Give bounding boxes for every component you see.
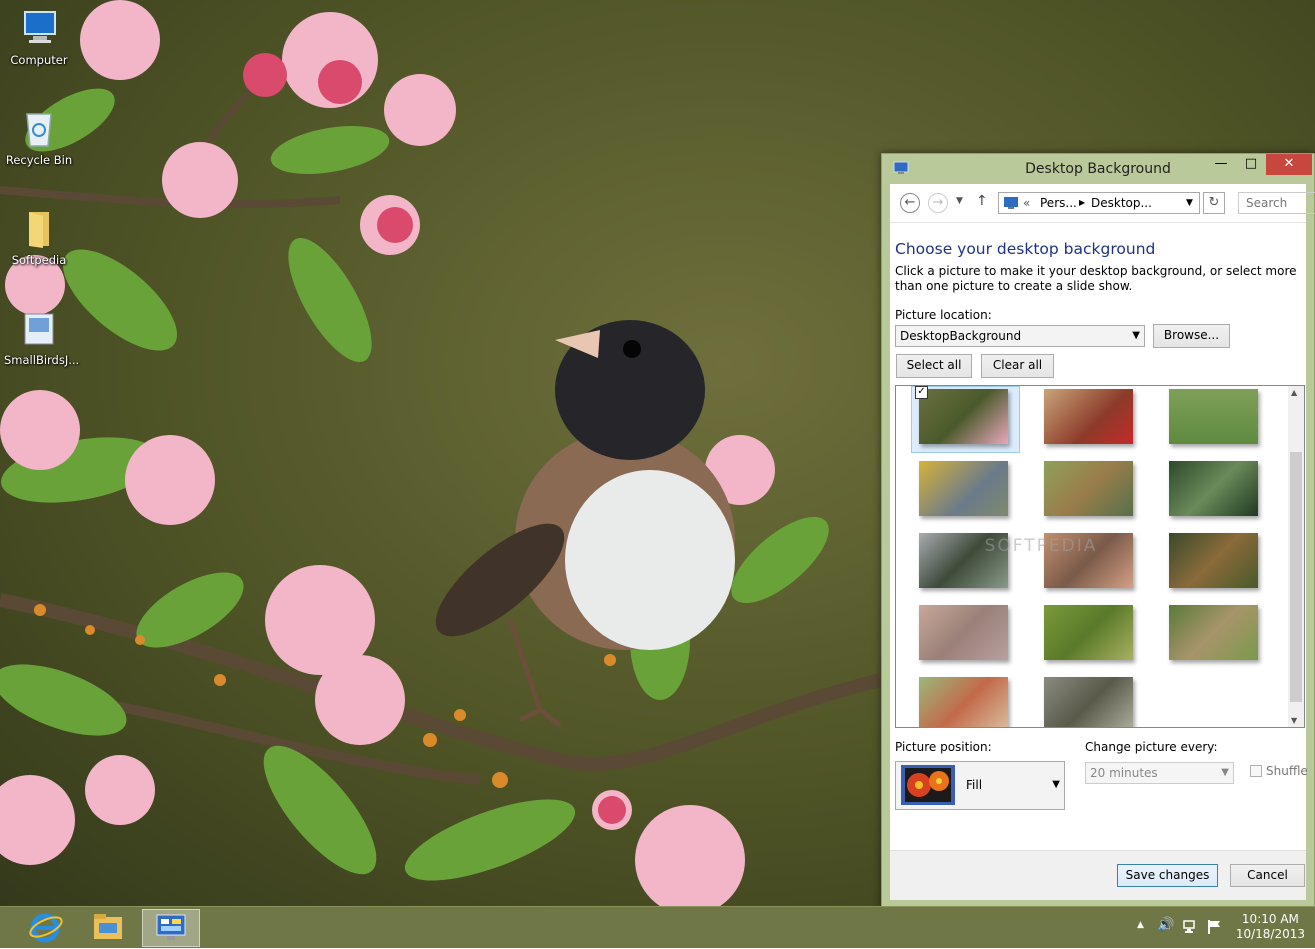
control-panel-icon: [1004, 197, 1018, 209]
volume-tray-button[interactable]: 🔊: [1157, 917, 1174, 933]
wallpaper-thumbnail[interactable]: [919, 605, 1008, 660]
page-heading: Choose your desktop background: [895, 240, 1156, 258]
picture-position-label: Picture position:: [895, 740, 992, 754]
scroll-down-icon[interactable]: ▼: [1291, 716, 1297, 725]
scrollbar-thumb[interactable]: [1290, 452, 1302, 702]
wallpaper-thumbnail[interactable]: [919, 677, 1008, 727]
address-bar[interactable]: « Pers... ▶ Desktop... ▼: [998, 192, 1200, 214]
close-icon: ✕: [1283, 156, 1295, 171]
desktop-icon-smallbirds[interactable]: SmallBirdsJ...: [4, 308, 80, 367]
wallpaper-thumbnail[interactable]: [1169, 461, 1258, 516]
maximize-button[interactable]: □: [1236, 154, 1266, 175]
fill-preview-icon: [901, 765, 955, 805]
shuffle-label: Shuffle: [1266, 764, 1308, 778]
wallpaper-thumbnail[interactable]: [1044, 461, 1133, 516]
desktop-icon-label: Computer: [10, 53, 68, 67]
dialog-footer: Save changes Cancel: [890, 850, 1306, 900]
desktop-icon-softpedia[interactable]: Softpedia: [4, 208, 74, 267]
picture-gallery: ✓ SOFTPEDIA ▲ ▼: [895, 385, 1305, 728]
wallpaper-thumbnail[interactable]: [1169, 389, 1258, 444]
shuffle-checkbox[interactable]: [1250, 765, 1262, 777]
gallery-scrollbar[interactable]: ▲ ▼: [1288, 386, 1304, 727]
up-button[interactable]: ↑: [976, 193, 988, 209]
chevron-up-icon: ▲: [1137, 920, 1144, 930]
breadcrumb-separator-icon: ▶: [1079, 198, 1086, 207]
picture-location-label: Picture location:: [895, 308, 992, 322]
taskbar: ▲ 🔊 10:10 AM 10/18/2013: [0, 906, 1315, 948]
chevron-down-icon: ▼: [1052, 779, 1060, 790]
wallpaper-thumbnail[interactable]: [919, 461, 1008, 516]
desktop-background-window: Desktop Background — □ ✕ ← → ▼ ↑ « Pers.…: [881, 153, 1315, 908]
wallpaper-thumbnail[interactable]: [1044, 389, 1133, 444]
wallpaper-thumbnail[interactable]: [919, 389, 1008, 444]
taskbar-internet-explorer[interactable]: [18, 909, 74, 945]
desktop-icon-label: Recycle Bin: [5, 153, 73, 167]
cancel-button[interactable]: Cancel: [1230, 864, 1305, 887]
breadcrumb-overflow[interactable]: «: [1023, 193, 1030, 213]
refresh-icon: ↻: [1208, 195, 1220, 210]
picture-location-value: DesktopBackground: [900, 329, 1022, 343]
scroll-up-icon[interactable]: ▲: [1291, 388, 1297, 397]
checkbox-checked-icon[interactable]: ✓: [915, 386, 928, 399]
chevron-down-icon: ▼: [1132, 330, 1140, 341]
action-center-flag-icon[interactable]: [1207, 919, 1221, 935]
window-content: ← → ▼ ↑ « Pers... ▶ Desktop... ▼ ↻ Searc…: [890, 184, 1315, 900]
wallpaper-thumbnail[interactable]: [1169, 605, 1258, 660]
minimize-icon: —: [1214, 156, 1228, 171]
maximize-icon: □: [1244, 156, 1258, 171]
taskbar-file-explorer[interactable]: [80, 909, 136, 945]
change-picture-label: Change picture every:: [1085, 740, 1218, 754]
save-changes-button[interactable]: Save changes: [1117, 864, 1218, 887]
chevron-down-icon: ▼: [956, 196, 963, 206]
wallpaper-thumbnail[interactable]: [1044, 677, 1133, 727]
breadcrumb-personalization[interactable]: Pers...: [1040, 193, 1077, 213]
show-hidden-icons-button[interactable]: ▲: [1137, 920, 1144, 930]
recent-locations-dropdown[interactable]: ▼: [956, 196, 963, 206]
clock-time: 10:10 AM: [1241, 912, 1299, 926]
title-bar[interactable]: Desktop Background — □ ✕: [882, 154, 1314, 184]
search-input[interactable]: Search Co...: [1238, 192, 1315, 214]
select-all-button[interactable]: Select all: [896, 354, 972, 378]
close-button[interactable]: ✕: [1266, 154, 1312, 175]
theme-file-icon: [24, 313, 54, 345]
desktop-icon-computer[interactable]: Computer: [4, 8, 74, 67]
page-description: Click a picture to make it your desktop …: [895, 264, 1297, 293]
minimize-button[interactable]: —: [1206, 154, 1236, 175]
forward-arrow-icon: →: [932, 195, 944, 210]
taskbar-control-panel[interactable]: [142, 909, 200, 947]
forward-button[interactable]: →: [928, 193, 948, 213]
computer-icon: [24, 11, 56, 43]
back-arrow-icon: ←: [904, 195, 916, 210]
system-clock[interactable]: 10:10 AM 10/18/2013: [1236, 912, 1305, 942]
file-explorer-icon: [94, 914, 122, 939]
picture-position-value: Fill: [966, 778, 983, 792]
control-panel-icon: [156, 914, 186, 940]
change-interval-select[interactable]: 20 minutes ▼: [1085, 762, 1234, 784]
clear-all-button[interactable]: Clear all: [981, 354, 1054, 378]
speaker-icon: 🔊: [1157, 917, 1175, 933]
folder-icon: [29, 212, 49, 248]
refresh-button[interactable]: ↻: [1203, 192, 1225, 214]
clock-date: 10/18/2013: [1235, 927, 1305, 941]
desktop-icon-label: SmallBirdsJ...: [4, 353, 80, 367]
watermark: SOFTPEDIA: [984, 536, 1098, 556]
picture-location-select[interactable]: DesktopBackground ▼: [895, 325, 1145, 347]
address-dropdown-icon[interactable]: ▼: [1186, 193, 1193, 213]
back-button[interactable]: ←: [900, 193, 920, 213]
chevron-down-icon: ▼: [1221, 767, 1229, 778]
breadcrumb-desktop-background[interactable]: Desktop...: [1091, 193, 1152, 213]
network-icon[interactable]: [1182, 919, 1198, 935]
navigation-bar: ← → ▼ ↑ « Pers... ▶ Desktop... ▼ ↻ Searc…: [890, 184, 1315, 223]
up-arrow-icon: ↑: [976, 193, 988, 209]
change-interval-value: 20 minutes: [1090, 766, 1158, 780]
recycle-bin-icon: [26, 113, 52, 147]
desktop-icon-recycle-bin[interactable]: Recycle Bin: [4, 108, 74, 167]
browse-button[interactable]: Browse...: [1153, 324, 1230, 348]
picture-position-select[interactable]: Fill ▼: [895, 761, 1065, 810]
wallpaper-thumbnail[interactable]: [1044, 605, 1133, 660]
desktop-icon-label: Softpedia: [11, 253, 67, 267]
internet-explorer-icon: [29, 913, 63, 943]
